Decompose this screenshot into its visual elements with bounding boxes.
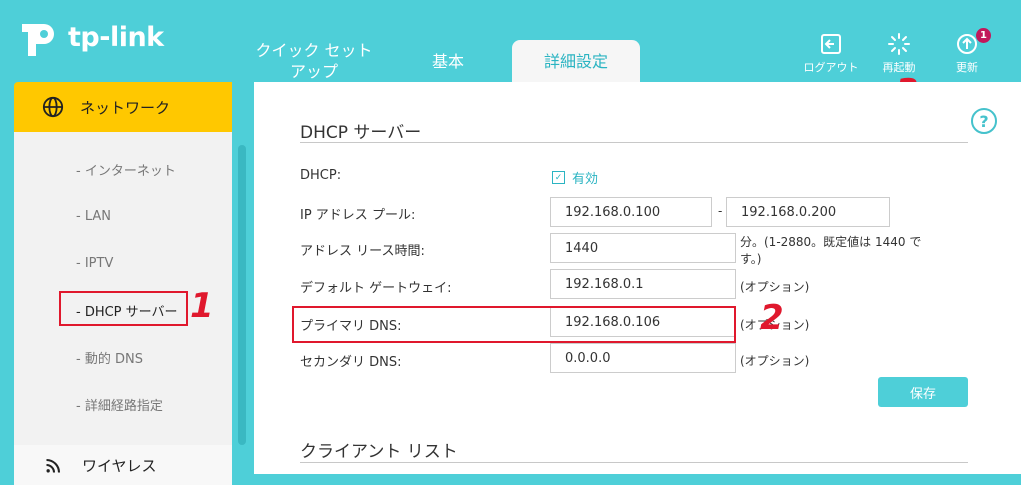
globe-icon [42, 96, 64, 118]
dhcp-enable-checkbox[interactable]: ✓ 有効 [552, 168, 598, 187]
logo-text: tp-link [68, 21, 164, 53]
lease-time-input[interactable]: 1440 [550, 233, 736, 263]
main-panel: DHCP サーバー ? DHCP: ✓ 有効 IP アドレス プール: 192.… [250, 82, 1021, 474]
client-list-title: クライアント リスト [300, 442, 458, 462]
annotation-1: 1 [190, 286, 214, 326]
section-divider [300, 142, 968, 143]
sidebar-item-iptv[interactable]: - IPTV [14, 240, 232, 287]
reboot-icon [888, 33, 910, 55]
reboot-button[interactable]: 再起動 [865, 32, 933, 75]
annotation-2: 2 [760, 298, 784, 338]
logout-button[interactable]: ログアウト [797, 32, 865, 75]
client-list-divider [300, 462, 968, 463]
sidebar-item-network-label: ネットワーク [80, 98, 171, 117]
default-gateway-label: デフォルト ゲートウェイ: [300, 281, 452, 296]
sidebar-item-internet[interactable]: - インターネット [14, 146, 232, 193]
tab-quick-setup-line1: クイック セット [255, 41, 373, 60]
top-actions: ログアウト 再起動 更新 1 [797, 28, 1001, 75]
sidebar-item-network[interactable]: ネットワーク [14, 82, 232, 132]
dhcp-label: DHCP: [300, 168, 342, 183]
default-gateway-input[interactable]: 192.168.0.1 [550, 269, 736, 299]
logout-label: ログアウト [803, 61, 859, 74]
ip-pool-label: IP アドレス プール: [300, 208, 416, 223]
help-icon[interactable]: ? [971, 108, 997, 134]
lease-time-label: アドレス リース時間: [300, 244, 425, 259]
sidebar-item-lan[interactable]: - LAN [14, 193, 232, 240]
annotation-box-1 [59, 291, 188, 326]
secondary-dns-hint: (オプション) [740, 354, 810, 368]
checkbox-check-icon: ✓ [552, 171, 565, 184]
tab-advanced[interactable]: 詳細設定 [512, 40, 640, 82]
secondary-dns-input[interactable]: 0.0.0.0 [550, 343, 736, 373]
dhcp-enable-label: 有効 [572, 172, 599, 187]
main-tabs: クイック セット アップ 基本 詳細設定 [240, 40, 640, 82]
tab-quick-setup[interactable]: クイック セット アップ [240, 40, 388, 82]
save-button[interactable]: 保存 [878, 377, 968, 407]
tp-link-logo: tp-link [14, 14, 164, 60]
sidebar-item-ddns[interactable]: - 動的 DNS [14, 334, 232, 381]
secondary-dns-label: セカンダリ DNS: [300, 355, 402, 370]
ip-pool-separator: - [718, 204, 723, 218]
update-button[interactable]: 更新 1 [933, 28, 1001, 75]
update-label: 更新 [956, 61, 978, 74]
tab-quick-setup-line2: アップ [289, 62, 338, 81]
dhcp-section-title: DHCP サーバー [300, 123, 422, 143]
logout-icon [821, 34, 841, 54]
sidebar-item-wireless[interactable]: ワイヤレス [14, 445, 232, 485]
sidebar: ネットワーク - インターネット - LAN - IPTV - DHCP サーバ… [14, 82, 232, 485]
wireless-icon [46, 458, 61, 473]
sidebar-item-wireless-label: ワイヤレス [82, 456, 157, 475]
ip-pool-end-input[interactable]: 192.168.0.200 [726, 197, 890, 227]
sidebar-scrollbar[interactable] [238, 145, 246, 445]
annotation-box-2 [292, 306, 736, 343]
sidebar-item-advanced-routing[interactable]: - 詳細経路指定 [14, 381, 232, 428]
tab-basic[interactable]: 基本 [388, 40, 508, 82]
default-gateway-hint: (オプション) [740, 280, 810, 294]
lease-time-hint: 分。(1-2880。既定値は 1440 です。) [740, 235, 922, 266]
update-badge: 1 [976, 28, 991, 43]
ip-pool-start-input[interactable]: 192.168.0.100 [550, 197, 712, 227]
tp-link-logo-icon [22, 24, 54, 56]
